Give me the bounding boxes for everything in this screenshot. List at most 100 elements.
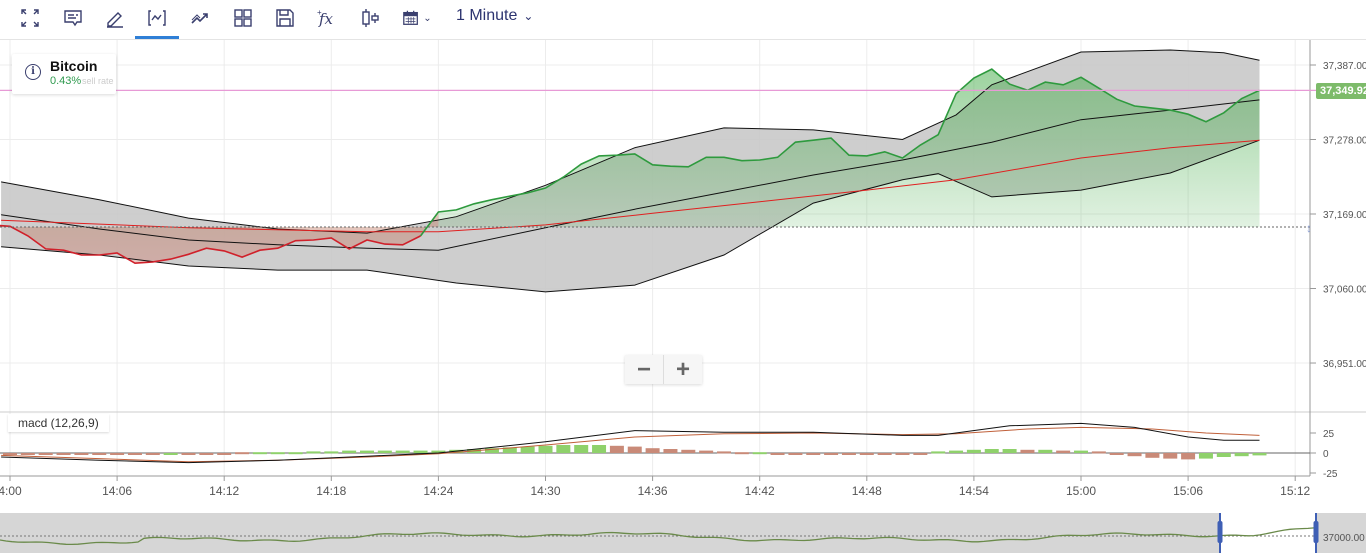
y-tick-label: 36,951.00	[1323, 359, 1366, 370]
macd-histogram-bar	[609, 445, 624, 453]
calendar-icon[interactable]: ⌄	[397, 4, 437, 32]
save-icon[interactable]	[269, 4, 301, 32]
x-tick-label: 14:48	[852, 484, 882, 498]
macd-histogram-bar	[949, 450, 964, 453]
macd-histogram-bar	[1181, 453, 1196, 460]
series-legend: i Bitcoin sell rate 0.43%	[12, 54, 116, 94]
macd-histogram-bar	[627, 446, 642, 453]
toolbar: fx + ⌄ 1 Minute ⌄	[0, 0, 1366, 40]
zoom-out-button[interactable]: −	[625, 355, 664, 384]
y-tick-label: 37,387.00	[1323, 61, 1366, 72]
macd-histogram-bar	[877, 453, 892, 455]
macd-histogram-bar	[574, 445, 589, 453]
macd-histogram-bar	[913, 453, 928, 455]
trend-icon[interactable]	[184, 4, 216, 32]
macd-histogram-bar	[342, 450, 357, 453]
macd-histogram-bar	[395, 450, 410, 453]
macd-histogram-bar	[217, 453, 232, 455]
info-icon[interactable]: i	[25, 64, 41, 80]
macd-histogram-bar	[895, 453, 910, 455]
macd-histogram-bar	[181, 453, 196, 455]
zoom-controls: − +	[625, 355, 702, 384]
macd-histogram-bar	[841, 453, 856, 455]
macd-histogram-bar	[1198, 453, 1213, 459]
macd-histogram-bar	[1252, 453, 1267, 456]
chart-comment-icon[interactable]	[57, 4, 89, 32]
macd-histogram-bar	[110, 453, 125, 455]
x-tick-label: 14:24	[423, 484, 453, 498]
macd-histogram-bar	[592, 445, 607, 453]
macd-histogram-bar	[681, 449, 696, 453]
macd-histogram-bar	[1234, 453, 1249, 457]
macd-histogram-bar	[377, 450, 392, 453]
function-fx-icon[interactable]: fx +	[311, 4, 343, 32]
macd-histogram-bar	[1038, 449, 1053, 453]
macd-histogram-bar	[1091, 451, 1106, 454]
macd-indicator-label[interactable]: macd (12,26,9)	[8, 414, 109, 432]
x-tick-label: 4:00	[0, 484, 22, 498]
navigator-handle[interactable]	[1217, 521, 1223, 543]
macd-histogram-bar	[859, 453, 874, 455]
macd-histogram-bar	[360, 450, 374, 453]
macd-histogram-bar	[235, 452, 250, 455]
macd-histogram-bar	[824, 453, 839, 455]
legend-sublabel: sell rate	[82, 76, 114, 86]
macd-y-tick-label: -25	[1323, 469, 1338, 480]
fullscreen-icon[interactable]	[14, 4, 46, 32]
macd-histogram-bar	[556, 445, 571, 453]
chevron-down-icon: ⌄	[423, 12, 432, 24]
macd-histogram-bar	[413, 450, 428, 453]
macd-histogram-bar	[520, 446, 535, 453]
macd-histogram-bar	[127, 453, 142, 455]
macd-histogram-bar	[734, 452, 749, 455]
macd-histogram-bar	[984, 449, 999, 453]
candlestick-icon[interactable]	[355, 4, 387, 32]
macd-histogram-bar	[788, 453, 803, 455]
macd-histogram-bar	[199, 453, 214, 455]
x-tick-label: 14:36	[638, 484, 668, 498]
x-tick-label: 14:30	[530, 484, 560, 498]
macd-histogram-bar	[699, 450, 714, 453]
macd-histogram-bar	[163, 453, 178, 455]
macd-histogram-bar	[1109, 453, 1124, 455]
x-tick-label: 14:18	[316, 484, 346, 498]
draw-pencil-icon[interactable]	[99, 4, 131, 32]
price-chart[interactable]: ↕ 37,387.00 37,278.00 37,169.00 37,060.00 36,…	[0, 40, 1366, 558]
macd-histogram-bar	[966, 449, 981, 453]
zoom-in-button[interactable]: +	[664, 355, 702, 384]
macd-histogram-bar	[1002, 449, 1017, 453]
macd-histogram-bar	[145, 453, 160, 455]
x-tick-label: 15:06	[1173, 484, 1203, 498]
macd-histogram-bar	[1216, 453, 1231, 457]
macd-line	[1, 422, 1260, 464]
x-tick-label: 14:12	[209, 484, 239, 498]
interval-select[interactable]: 1 Minute ⌄	[456, 7, 533, 25]
navigator-handle[interactable]	[1313, 521, 1319, 543]
macd-signal-line	[1, 426, 1260, 463]
macd-histogram-bar	[1056, 450, 1071, 453]
layout-grid-icon[interactable]	[227, 4, 259, 32]
macd-histogram-bar	[3, 453, 17, 455]
x-tick-label: 15:12	[1280, 484, 1310, 498]
macd-histogram-bar	[538, 445, 553, 453]
macd-histogram-bar	[1145, 453, 1160, 458]
macd-y-tick-label: 0	[1323, 449, 1329, 460]
macd-histogram-bar	[1020, 449, 1035, 453]
macd-histogram-bar	[806, 453, 821, 455]
macd-histogram-bar	[752, 452, 767, 455]
macd-y-tick-label: 25	[1323, 429, 1335, 440]
macd-histogram-bar	[324, 451, 339, 454]
macd-histogram-bar	[1127, 453, 1142, 457]
macd-histogram-bar	[663, 449, 678, 453]
chart-type-icon[interactable]	[135, 4, 179, 39]
navigator[interactable]: 37000.00	[0, 511, 1366, 553]
macd-histogram-bar	[306, 451, 321, 454]
y-tick-label: 37,278.00	[1323, 136, 1366, 147]
symbol-name: Bitcoin	[50, 58, 98, 74]
plot-area	[0, 49, 1260, 293]
x-tick-label: 14:42	[745, 484, 775, 498]
macd-histogram-bar	[38, 453, 53, 455]
x-tick-label: 14:54	[959, 484, 989, 498]
macd-histogram-bar	[931, 451, 946, 454]
macd-histogram-bar	[770, 453, 785, 455]
